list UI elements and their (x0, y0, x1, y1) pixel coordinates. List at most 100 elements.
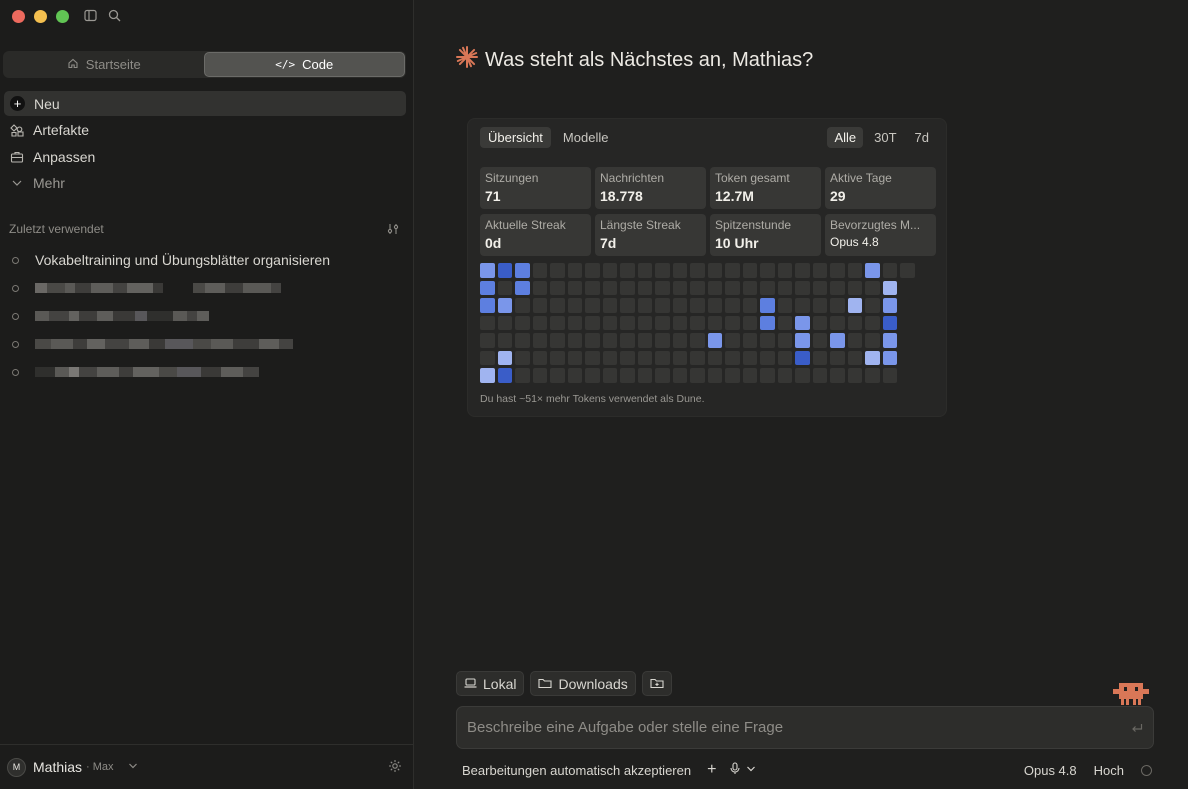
briefcase-icon (10, 150, 24, 164)
add-folder-button[interactable] (641, 671, 672, 696)
enter-icon[interactable] (1131, 720, 1143, 736)
heatmap-cell (515, 333, 530, 348)
heatmap-cell (882, 333, 897, 348)
heatmap-cell (497, 298, 512, 313)
folder-label: Downloads (558, 675, 628, 692)
heatmap-cell (812, 368, 827, 383)
recent-item[interactable]: Vokabeltraining und Übungsblätter organi… (10, 246, 400, 274)
heatmap-cell (900, 298, 915, 313)
filter-icon[interactable] (386, 222, 400, 239)
heatmap-cell (602, 315, 617, 330)
folder-icon (538, 676, 553, 692)
zoom-window-button[interactable] (56, 10, 69, 23)
heatmap-cell (637, 263, 652, 278)
stat-label: Aktive Tage (830, 171, 892, 185)
redacted-text (35, 283, 281, 293)
heatmap-cell (760, 350, 775, 365)
sidebar-toggle-icon[interactable] (84, 9, 97, 25)
auto-accept-toggle[interactable]: Bearbeitungen automatisch akzeptieren (462, 763, 691, 778)
plus-icon: + (10, 96, 25, 111)
heatmap-cell (707, 350, 722, 365)
heatmap-cell (620, 280, 635, 295)
model-selector[interactable]: Opus 4.8 (1024, 763, 1077, 778)
heatmap-cell (480, 298, 495, 313)
heatmap-cell (847, 333, 862, 348)
heatmap-cell (830, 263, 845, 278)
recent-item-redacted[interactable] (10, 358, 400, 386)
mode-switcher: Startseite </> Code (3, 51, 406, 78)
heatmap-cell (550, 315, 565, 330)
tab-code[interactable]: </> Code (203, 52, 405, 77)
sidebar-item-anpassen[interactable]: Anpassen (4, 144, 406, 169)
heatmap-cell (480, 315, 495, 330)
heatmap-cell (882, 298, 897, 313)
range-30t[interactable]: 30T (867, 127, 903, 148)
heatmap-cell (882, 315, 897, 330)
sidebar-item-mehr[interactable]: Mehr (4, 171, 406, 196)
close-window-button[interactable] (12, 10, 25, 23)
heatmap-cell (865, 298, 880, 313)
environment-label: Lokal (483, 675, 517, 692)
heatmap-cell (900, 333, 915, 348)
sidebar-item-label: Neu (34, 95, 60, 112)
minimize-window-button[interactable] (34, 10, 47, 23)
range-7d[interactable]: 7d (908, 127, 936, 148)
heatmap-row (480, 280, 915, 296)
heatmap-cell (865, 350, 880, 365)
sidebar-item-neu[interactable]: + Neu (4, 91, 406, 116)
heatmap-cell (725, 280, 740, 295)
recent-item-label: Vokabeltraining und Übungsblätter organi… (35, 252, 330, 268)
heatmap-cell (830, 280, 845, 295)
heatmap-cell (690, 298, 705, 313)
heatmap-cell (742, 280, 757, 295)
heatmap-cell (847, 315, 862, 330)
recent-item-redacted[interactable] (10, 274, 400, 302)
heatmap-cell (777, 280, 792, 295)
heatmap-cell (637, 368, 652, 383)
heatmap-cell (497, 350, 512, 365)
stat-label: Sitzungen (485, 171, 539, 185)
heatmap-cell (567, 368, 582, 383)
greeting: Was steht als Nächstes an, Mathias? (455, 45, 813, 76)
heatmap-cell (795, 350, 810, 365)
heatmap-cell (865, 315, 880, 330)
heatmap-cell (830, 298, 845, 313)
tab-uebersicht[interactable]: Übersicht (480, 127, 551, 148)
heatmap-row (480, 263, 915, 278)
status-ring-icon[interactable] (1141, 764, 1152, 776)
heatmap-cell (882, 263, 897, 278)
user-plan: · Max (86, 761, 114, 773)
effort-selector[interactable]: Hoch (1094, 763, 1124, 778)
environment-chip[interactable]: Lokal (456, 671, 525, 696)
heatmap-cell (655, 298, 670, 313)
heatmap-cell (707, 368, 722, 383)
context-chips: Lokal Downloads (456, 671, 672, 696)
range-alle[interactable]: Alle (827, 127, 864, 148)
recent-item-redacted[interactable] (10, 330, 400, 358)
stat-label: Spitzenstunde (715, 218, 792, 232)
chevron-down-icon[interactable] (746, 765, 756, 776)
heatmap-cell (480, 350, 495, 365)
add-attachment-icon[interactable]: + (707, 761, 716, 779)
tab-modelle[interactable]: Modelle (555, 127, 617, 148)
sidebar-item-artefakte[interactable]: Artefakte (4, 118, 406, 143)
user-menu[interactable]: M Mathias · Max (0, 744, 414, 789)
tab-startseite[interactable]: Startseite (4, 52, 204, 77)
heatmap-cell (760, 298, 775, 313)
heatmap-cell (515, 368, 530, 383)
microphone-icon[interactable] (730, 762, 740, 778)
heatmap-cell (602, 298, 617, 313)
prompt-input[interactable] (467, 719, 1131, 736)
recent-item-redacted[interactable] (10, 302, 400, 330)
heatmap-cell (812, 263, 827, 278)
heatmap-cell (830, 368, 845, 383)
heatmap-cell (672, 280, 687, 295)
folder-chip[interactable]: Downloads (530, 671, 636, 696)
heatmap-cell (602, 263, 617, 278)
heatmap-cell (620, 315, 635, 330)
heatmap-cell (672, 368, 687, 383)
search-icon[interactable] (108, 9, 121, 25)
heatmap-cell (777, 350, 792, 365)
heatmap-cell (900, 281, 915, 296)
gear-icon[interactable] (388, 759, 402, 776)
